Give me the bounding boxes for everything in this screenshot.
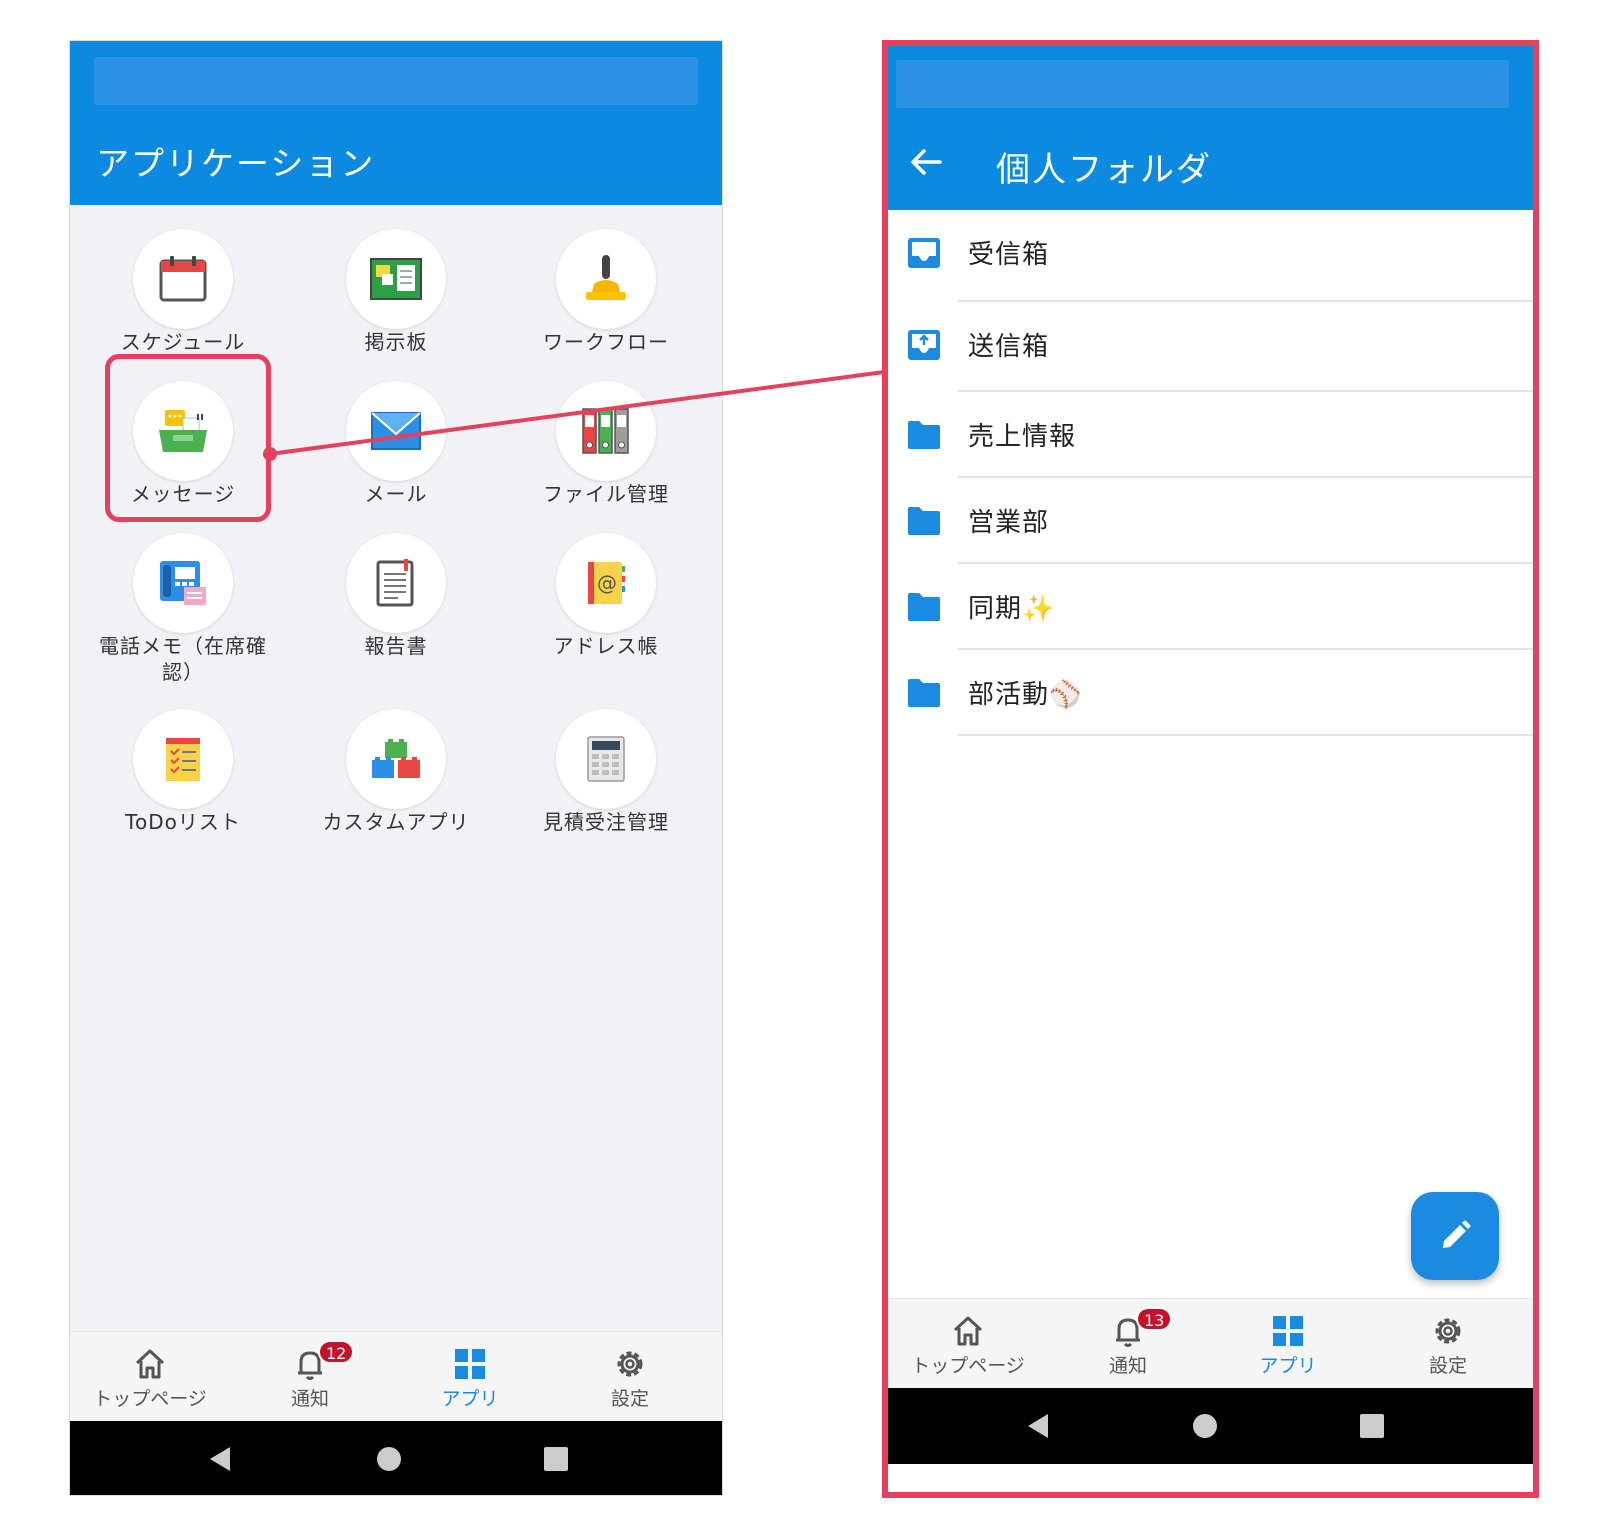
- app-bar: アプリケーション: [70, 41, 722, 205]
- back-triangle-icon[interactable]: [206, 1445, 234, 1473]
- nav-apps[interactable]: アプリ: [1208, 1299, 1368, 1389]
- app-label-line1: 電話メモ（在席確: [99, 634, 267, 658]
- nav-label: 設定: [1428, 1355, 1467, 1377]
- stamp-icon: [586, 255, 626, 300]
- binders-icon: [582, 408, 629, 454]
- folder-label: 受信箱: [968, 240, 1050, 270]
- building-blocks-icon: [372, 739, 420, 778]
- nav-home[interactable]: トップページ: [888, 1299, 1048, 1389]
- nav-label: 通知: [290, 1388, 329, 1410]
- folder-label: 同期✨: [968, 594, 1056, 624]
- folder-label: 売上情報: [968, 422, 1077, 452]
- address-book-icon: @: [588, 562, 625, 604]
- app-label: ToDoリスト: [125, 810, 241, 834]
- nav-label: 設定: [610, 1388, 649, 1410]
- folder-label: 送信箱: [968, 332, 1050, 362]
- app-label-line2: 認）: [162, 660, 204, 684]
- svg-text:@: @: [597, 571, 617, 595]
- gear-icon: [617, 1351, 643, 1377]
- nav-settings[interactable]: 設定: [550, 1332, 710, 1422]
- message-highlight-box: [105, 354, 271, 522]
- nav-notifications[interactable]: 13 通知: [1048, 1299, 1208, 1389]
- pencil-icon: [1443, 1220, 1471, 1248]
- status-bar-blurred: [896, 60, 1509, 108]
- folder-label: 営業部: [968, 508, 1050, 538]
- folder-icon: [908, 593, 940, 621]
- folder-item-outbox[interactable]: 送信箱: [888, 302, 1533, 392]
- app-label: メール: [364, 482, 428, 506]
- nav-notifications[interactable]: 12 通知: [230, 1332, 390, 1422]
- folder-item-cohort[interactable]: 同期✨: [888, 564, 1533, 650]
- bottom-navigation: トップページ 12 通知 アプリ 設定: [70, 1331, 722, 1421]
- nav-label: トップページ: [911, 1355, 1025, 1377]
- app-bar: 個人フォルダ: [888, 46, 1533, 210]
- folder-item-sales-info[interactable]: 売上情報: [888, 392, 1533, 478]
- back-triangle-icon[interactable]: [1024, 1412, 1052, 1440]
- bulletin-board-icon: [370, 258, 422, 300]
- nav-label: 通知: [1108, 1355, 1147, 1377]
- recents-square-icon[interactable]: [542, 1445, 570, 1473]
- home-icon: [953, 1316, 983, 1346]
- envelope-icon: [371, 412, 421, 450]
- calendar-icon: [159, 256, 207, 302]
- app-label: ファイル管理: [543, 482, 669, 506]
- app-label: ワークフロー: [543, 330, 669, 354]
- system-navigation-bar: [70, 1421, 722, 1495]
- folder-item-sales-dept[interactable]: 営業部: [888, 478, 1533, 564]
- folder-item-inbox[interactable]: 受信箱: [888, 210, 1533, 302]
- nav-settings[interactable]: 設定: [1368, 1299, 1528, 1389]
- todo-list-icon: [166, 738, 200, 781]
- system-navigation-bar: [888, 1388, 1533, 1464]
- nav-apps[interactable]: アプリ: [390, 1332, 550, 1422]
- folder-item-club-activities[interactable]: 部活動⚾: [888, 650, 1533, 736]
- personal-folder-screen: 個人フォルダ 受信箱 送信箱 売上情報 営業部 同期✨ 部活動⚾ トップページ …: [882, 40, 1539, 1498]
- nav-home[interactable]: トップページ: [70, 1332, 230, 1422]
- app-label: 見積受注管理: [543, 810, 669, 834]
- apps-grid-icon: [455, 1349, 485, 1379]
- calculator-icon: [587, 736, 625, 782]
- app-label: 電話メモ（在席確 認）: [78, 633, 288, 685]
- page-title: 個人フォルダ: [996, 150, 1212, 190]
- app-label: 報告書: [364, 634, 428, 658]
- home-circle-icon[interactable]: [375, 1445, 403, 1473]
- app-label: アドレス帳: [553, 634, 659, 658]
- compose-button[interactable]: [1411, 1192, 1499, 1280]
- app-label: スケジュール: [120, 330, 246, 354]
- inbox-icon: [908, 238, 940, 268]
- report-icon: [376, 559, 414, 607]
- folder-icon: [908, 679, 940, 707]
- divider: [958, 734, 1533, 736]
- notification-badge: 13: [1136, 1307, 1173, 1331]
- gear-icon: [1435, 1318, 1461, 1344]
- applications-screen: アプリケーション スケジュール 掲示板 ワークフロー メッセージ メール ファイ…: [69, 40, 723, 1496]
- bottom-navigation: トップページ 13 通知 アプリ 設定: [888, 1298, 1533, 1388]
- recents-square-icon[interactable]: [1358, 1412, 1386, 1440]
- phone-memo-icon: [160, 561, 206, 605]
- folder-icon: [908, 421, 940, 449]
- notification-badge: 12: [318, 1340, 355, 1364]
- app-label: 掲示板: [364, 330, 428, 354]
- status-bar-blurred: [94, 57, 698, 105]
- apps-grid-icon: [1273, 1316, 1303, 1346]
- home-icon: [135, 1349, 165, 1379]
- nav-label: アプリ: [1259, 1355, 1317, 1377]
- page-title: アプリケーション: [96, 144, 376, 183]
- nav-label: トップページ: [93, 1388, 207, 1410]
- back-arrow-icon[interactable]: [904, 140, 948, 184]
- folder-label: 部活動⚾: [968, 680, 1083, 710]
- home-circle-icon[interactable]: [1191, 1412, 1219, 1440]
- app-label: カスタムアプリ: [322, 810, 470, 834]
- outbox-icon: [908, 330, 940, 360]
- folder-icon: [908, 507, 940, 535]
- nav-label: アプリ: [441, 1388, 499, 1410]
